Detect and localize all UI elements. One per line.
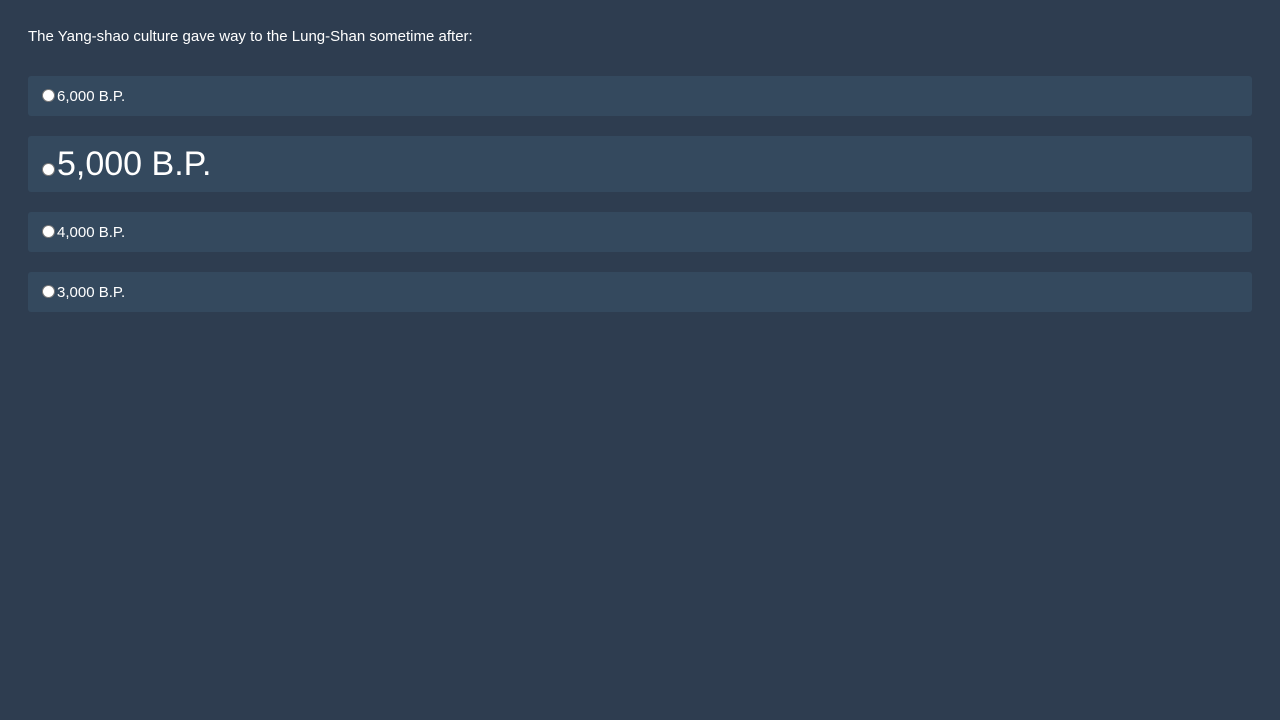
answer-label-1: 6,000 B.P.	[57, 88, 126, 105]
answer-radio-3[interactable]	[42, 224, 55, 238]
answer-radio-4[interactable]	[42, 284, 55, 298]
answer-option-4[interactable]: 3,000 B.P.	[28, 272, 1252, 312]
quiz-page: The Yang-shao culture gave way to the Lu…	[0, 0, 1280, 720]
answer-label-2: 5,000 B.P.	[57, 145, 212, 183]
answer-option-3[interactable]: 4,000 B.P.	[28, 212, 1252, 252]
answer-label-3: 4,000 B.P.	[57, 224, 126, 241]
answer-radio-2[interactable]	[42, 162, 55, 176]
answer-label-4: 3,000 B.P.	[57, 284, 126, 301]
answer-radio-1[interactable]	[42, 88, 55, 102]
answer-options: 6,000 B.P. 5,000 B.P. 4,000 B.P. 3,000 B…	[28, 76, 1252, 312]
question-text: The Yang-shao culture gave way to the Lu…	[28, 28, 473, 45]
answer-option-1[interactable]: 6,000 B.P.	[28, 76, 1252, 116]
answer-option-2[interactable]: 5,000 B.P.	[28, 136, 1252, 192]
